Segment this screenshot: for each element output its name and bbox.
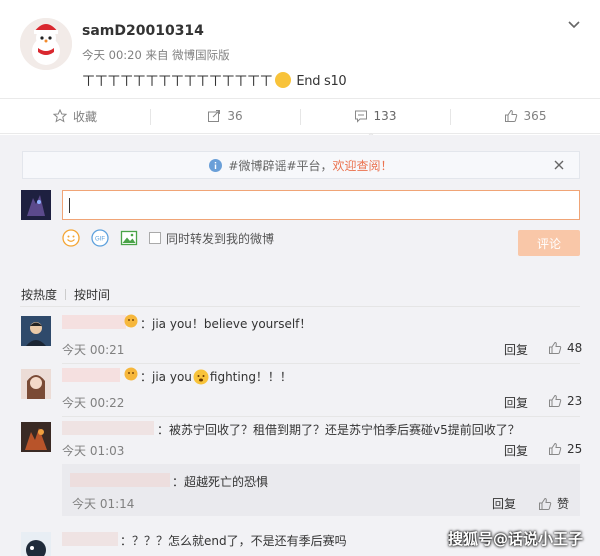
forward-count: 36 [227,109,243,123]
subreply-time: 今天 01:14 [72,497,135,511]
subreply-like-button[interactable]: 赞 [538,495,569,512]
comment-text: ：jia you fighting！！！ [140,368,292,385]
comment-like-count: 48 [567,341,583,355]
comment-like-count: 25 [567,442,583,456]
gif-icon[interactable]: GIF [91,229,109,247]
fan-badge-icon [124,314,138,328]
subreply-reply-button[interactable]: 回复 [492,495,516,512]
subreply-name[interactable] [70,473,170,487]
sort-by-hot[interactable]: 按热度 [21,288,57,302]
commenter-avatar[interactable] [21,369,51,399]
commenter-avatar[interactable] [21,422,51,452]
comment-like-button[interactable]: 25 [548,442,582,456]
current-user-avatar[interactable] [21,190,51,220]
like-button[interactable]: 365 [450,99,600,133]
author-name[interactable]: samD20010314 [82,23,204,39]
forward-checkbox[interactable] [149,232,161,244]
post-text-suffix: End s10 [292,74,347,89]
comment-text-part2: fighting！！！ [209,370,292,384]
close-icon[interactable] [553,159,565,171]
comment-input[interactable] [62,190,580,220]
image-icon[interactable] [120,229,138,247]
favorite-label: 收藏 [72,109,97,124]
thumbs-up-icon [539,497,552,510]
text-cursor [69,198,70,213]
comment-text-part1: ：jia you [140,370,192,384]
comment-text: ：被苏宁回收了？租借到期了？还是苏宁怕季后赛碰v5提前回收了？ [157,423,520,437]
subreply-text: ：超越死亡的恐惧 [172,475,269,489]
thumbs-up-icon [504,109,517,122]
post-text-prefix: ㄒㄒㄒㄒㄒㄒㄒㄒㄒㄒㄒㄒㄒㄒㄒ [82,74,273,89]
sort-by-time[interactable]: 按时间 [74,288,110,302]
rumor-notice: #微博辟谣#平台， 欢迎查阅！ [22,151,580,179]
commenter-name[interactable] [62,368,120,382]
comment-button[interactable]: 133 [300,99,450,133]
fan-badge-icon [124,367,138,381]
comment-sort-bar: 按热度 按时间 [21,286,116,303]
commenter-name[interactable] [62,315,126,329]
watermark: 搜狐号@话说小王子 [448,530,584,548]
author-avatar[interactable] [20,18,72,70]
thumbs-up-icon [549,341,562,354]
emoji-icon[interactable] [62,229,80,247]
sort-divider-line [20,306,580,307]
comment-text: ：？？？怎么就end了，不是还有季后赛吗 [120,534,347,548]
forward-checkbox-label[interactable]: 同时转发到我的微博 [166,230,274,247]
info-icon [209,158,223,172]
star-icon [52,109,67,123]
weibo-post: samD20010314 今天 00:20 来自 微博国际版 ㄒㄒㄒㄒㄒㄒㄒㄒㄒ… [0,0,600,98]
comment-time: 今天 01:03 [62,444,125,458]
forward-button[interactable]: 36 [150,99,300,133]
submit-comment-button[interactable]: 评论 [518,230,580,256]
commenter-name[interactable] [62,421,154,435]
notice-link[interactable]: 欢迎查阅！ [333,157,393,174]
fighting-emoji-icon [193,369,209,385]
comment-text: ：jia you！believe yourself！ [140,317,312,331]
chevron-down-icon[interactable] [566,16,582,32]
comment-time: 今天 00:22 [62,396,125,410]
comment-reply-button[interactable]: 回复 [504,394,528,411]
commenter-avatar[interactable] [21,316,51,346]
favorite-button[interactable]: 收藏 [0,99,150,133]
comment-count: 133 [373,109,397,123]
nested-reply: ：超越死亡的恐惧 今天 01:14 回复 赞 [62,464,580,516]
comment-divider [62,416,580,417]
notice-text: #微博辟谣#平台， [228,158,333,173]
svg-text:GIF: GIF [95,237,105,243]
comment-panel: #微博辟谣#平台， 欢迎查阅！ GIF 同时转发到我的微博 评论 按热度 按时间 … [0,135,600,556]
thumbs-up-icon [549,442,562,455]
comment-icon [354,110,367,123]
commenter-avatar[interactable] [21,532,51,556]
like-count: 365 [523,109,547,123]
sort-divider [65,289,67,300]
comment-reply-button[interactable]: 回复 [504,341,528,358]
grin-emoji-icon [274,72,291,88]
comment-like-button[interactable]: 48 [548,341,582,355]
comment-divider [62,363,580,364]
comment-reply-button[interactable]: 回复 [504,442,528,459]
comment-time: 今天 00:21 [62,343,125,357]
comment-like-count: 23 [567,394,583,408]
comment-like-button[interactable]: 23 [548,394,582,408]
forward-icon [208,110,221,122]
commenter-name[interactable] [62,532,118,546]
composer-tools: GIF 同时转发到我的微博 [62,229,274,247]
subreply-like-label: 赞 [557,497,570,511]
post-meta: 今天 00:20 来自 微博国际版 [82,48,230,62]
thumbs-up-icon [549,394,562,407]
post-text: ㄒㄒㄒㄒㄒㄒㄒㄒㄒㄒㄒㄒㄒㄒㄒ End s10 [82,70,347,89]
post-action-bar: 收藏 36 133 365 [0,98,600,134]
